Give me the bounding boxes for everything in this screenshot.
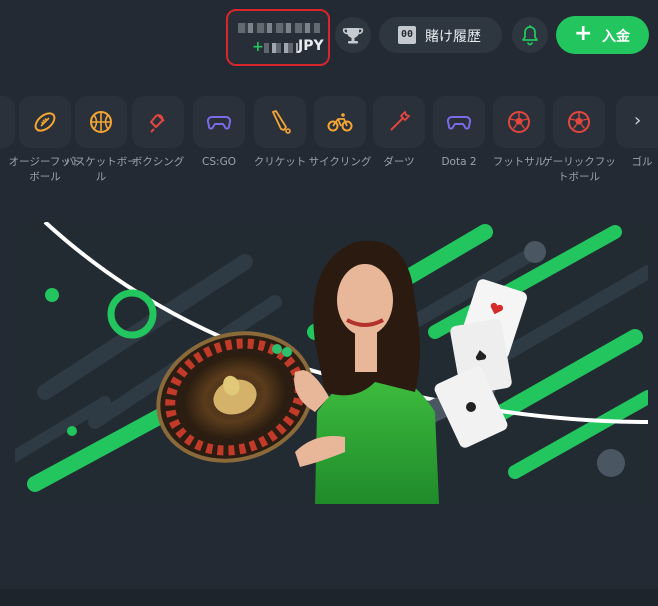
plus-icon: +: [574, 21, 593, 46]
notifications-button[interactable]: [512, 17, 548, 53]
sport-item-gaelic-football[interactable]: ゲーリックフットボール: [542, 92, 616, 185]
soccer-ball-icon: [508, 111, 530, 133]
bottom-strip: [0, 589, 658, 606]
rugby-ball-icon: [34, 112, 56, 132]
bet-history-icon: 00: [398, 26, 416, 44]
sport-item-basketball[interactable]: バスケットボール: [64, 92, 138, 185]
bet-history-button[interactable]: 00 賭け履歴: [379, 17, 502, 53]
deposit-button[interactable]: + 入金: [556, 16, 649, 54]
cricket-bat-icon: [272, 110, 291, 134]
bet-history-label: 賭け履歴: [425, 29, 481, 45]
dart-icon: [390, 111, 410, 131]
sport-item-partial[interactable]: [0, 92, 17, 148]
sport-item-dota2[interactable]: Dota 2: [431, 92, 487, 170]
sports-category-list: オージーフットボール バスケットボール ボクシング CS:GO クリケット サイ…: [0, 92, 658, 202]
trophy-button[interactable]: [335, 17, 371, 53]
basketball-icon: [90, 111, 112, 133]
sport-item-darts[interactable]: ダーツ: [371, 92, 427, 170]
bell-icon: [522, 25, 538, 46]
sport-item-cricket[interactable]: クリケット: [252, 92, 308, 170]
balance-value-blurred: [264, 43, 298, 53]
sport-item-csgo[interactable]: CS:GO: [191, 92, 247, 170]
sports-next-button[interactable]: ›: [616, 96, 658, 148]
gamepad-icon: [206, 116, 232, 130]
banner-illustration: [15, 222, 648, 504]
balance-plus-icon: +: [252, 39, 264, 55]
boxing-glove-icon: [150, 114, 165, 133]
balance-display[interactable]: + JPY: [226, 9, 330, 66]
gamepad-icon: [446, 116, 472, 130]
top-bar: + JPY 00 賭け履歴 + 入金: [0, 0, 658, 75]
promo-banner[interactable]: [15, 222, 648, 504]
soccer-ball-icon: [568, 111, 590, 133]
balance-amount-blurred: [238, 23, 320, 33]
bicycle-icon: [327, 113, 353, 132]
sport-item-futsal[interactable]: フットサル: [491, 92, 547, 170]
chevron-right-icon: ›: [634, 110, 642, 131]
balance-currency: JPY: [298, 38, 324, 54]
sport-label: ゴル: [631, 156, 653, 168]
sport-item-boxing[interactable]: ボクシング: [130, 92, 186, 170]
trophy-icon: [342, 28, 364, 44]
deposit-label: 入金: [602, 29, 630, 45]
